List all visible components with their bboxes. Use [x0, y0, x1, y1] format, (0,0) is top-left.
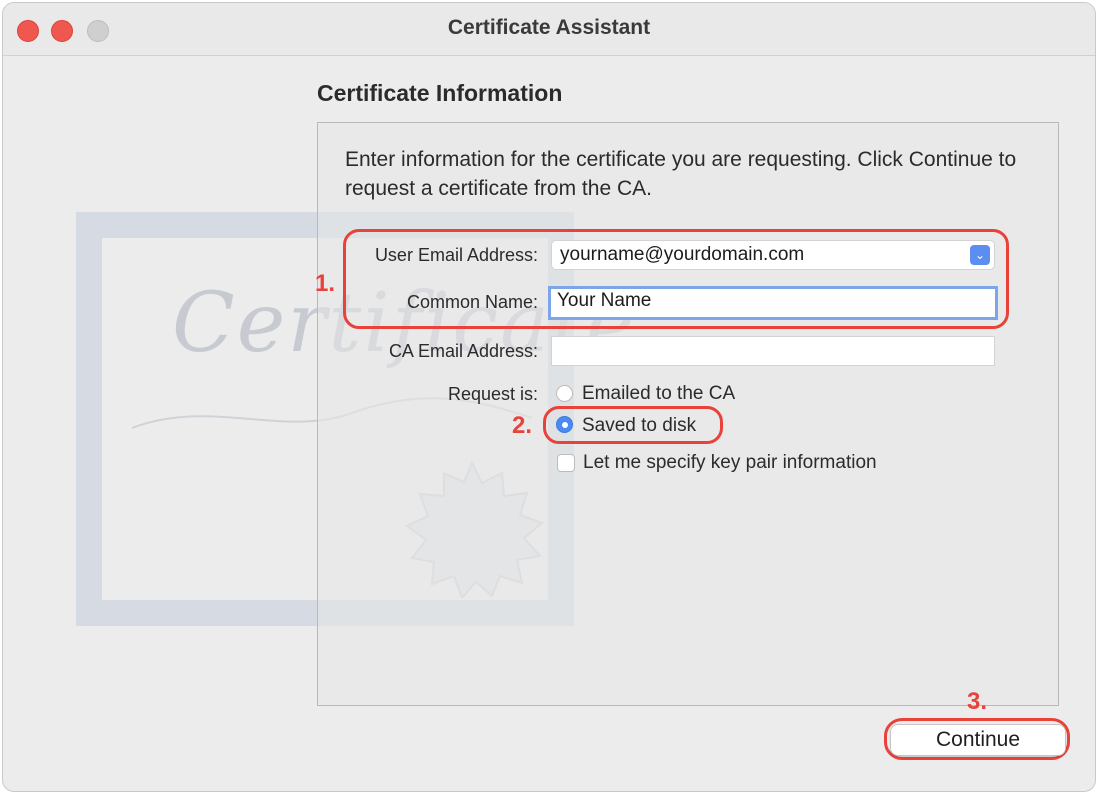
- ca-email-field[interactable]: [551, 336, 995, 366]
- emailed-to-ca-radio[interactable]: [556, 385, 573, 402]
- key-pair-checkbox-label[interactable]: Let me specify key pair information: [583, 452, 877, 474]
- highlight-box-saved-to-disk: [543, 406, 723, 444]
- instructions-text: Enter information for the certificate yo…: [345, 148, 1017, 200]
- title-bar: Certificate Assistant: [3, 3, 1095, 56]
- section-heading: Certificate Information: [317, 80, 563, 106]
- annotation-marker-1: 1.: [315, 270, 336, 297]
- highlight-box-fields: [343, 229, 1009, 329]
- window-title: Certificate Assistant: [447, 16, 651, 39]
- emailed-to-ca-label[interactable]: Emailed to the CA: [582, 383, 735, 405]
- annotation-marker-3: 3.: [967, 688, 988, 715]
- ca-email-label: CA Email Address:: [388, 341, 538, 361]
- key-pair-checkbox[interactable]: [557, 454, 575, 472]
- annotation-marker-2: 2.: [512, 412, 533, 439]
- continue-button[interactable]: Continue: [890, 724, 1066, 756]
- request-is-label: Request is:: [447, 384, 538, 404]
